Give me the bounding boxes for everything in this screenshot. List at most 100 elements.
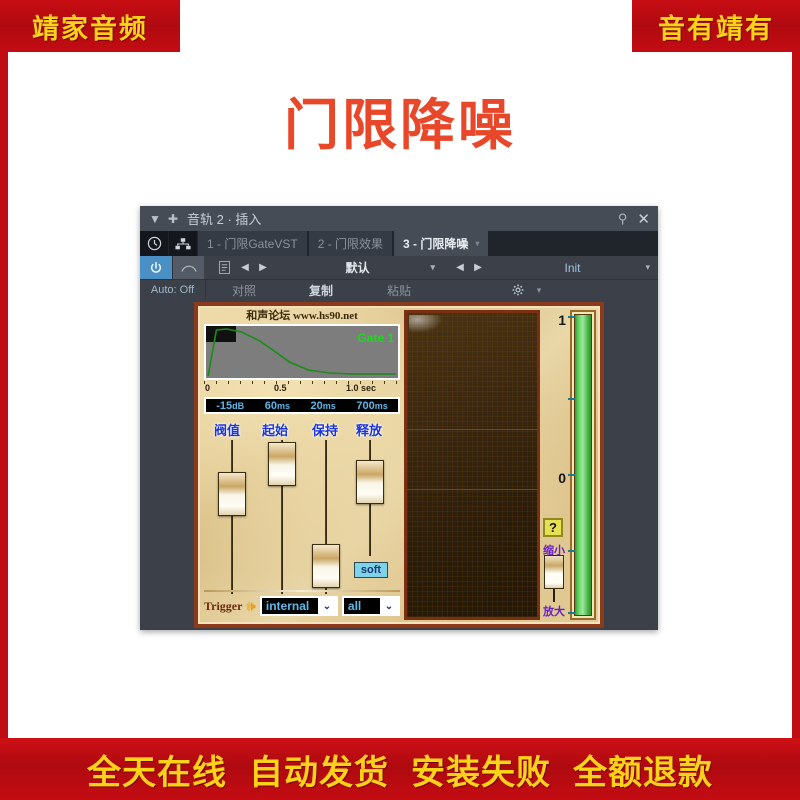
tab-1-label: 1 - 门限GateVST <box>207 237 298 251</box>
triangle-down-icon[interactable]: ▼ <box>146 210 164 228</box>
slider-label-threshold: 阀值 <box>214 424 241 439</box>
page-title: 门限降噪 <box>283 92 516 157</box>
program-selector[interactable]: Init ▾ <box>487 256 658 279</box>
plugin-window: ▼ ✚ 音轨 2 · 插入 ⚲ ✕ 1 - 门限GateVST 2 - 门限效果… <box>140 206 658 630</box>
gate-plugin-panel: 和声论坛 www.hs90.net Gate 1 0 0.5 1.0 sec -… <box>194 302 604 628</box>
top-right-banner: 音有靖有 <box>632 0 800 52</box>
soft-button[interactable]: soft <box>354 562 388 578</box>
zoom-slider-handle[interactable] <box>544 555 564 589</box>
slider-label-row: 阀值 起始 保持 释放 <box>204 420 400 439</box>
power-icon[interactable] <box>140 256 172 279</box>
list-icon[interactable] <box>212 256 236 279</box>
bottom-banner: 全天在线 自动发货 安装失败 全额退款 <box>0 738 800 800</box>
zoom-in-label: 放大 <box>543 605 565 618</box>
trigger-row: Trigger 🕪 internal ⌄ all ⌄ <box>204 596 400 616</box>
scope-scale-column: 1 0 ? 缩小 放大 <box>542 310 568 620</box>
toolbar-sep-1 <box>204 256 212 279</box>
paste-button[interactable]: 粘贴 <box>360 280 438 300</box>
slider-label-release: 释放 <box>356 424 383 439</box>
readout-threshold: -15dB <box>216 399 245 412</box>
envelope-graph[interactable]: Gate 1 <box>204 324 400 380</box>
chevron-down-icon[interactable]: ▾ <box>475 239 479 248</box>
slider-track-threshold[interactable] <box>231 440 233 594</box>
meter-tick-bottom <box>568 612 575 614</box>
clock-icon[interactable] <box>140 231 168 256</box>
parameter-readout: -15dB 60ms 20ms 700ms <box>204 397 400 414</box>
preset-prev-button[interactable]: ◀ <box>236 256 254 279</box>
top-right-banner-text: 音有靖有 <box>658 13 774 45</box>
tab-1[interactable]: 1 - 门限GateVST <box>198 231 307 256</box>
tab-3[interactable]: 3 - 门限降噪 ▾ <box>394 231 489 256</box>
axis-tick-0: 0 <box>205 383 211 393</box>
tab-2-label: 2 - 门限效果 <box>317 237 384 251</box>
scale-label-mid: 0 <box>558 470 566 486</box>
plugin-tab-row: 1 - 门限GateVST 2 - 门限效果 3 - 门限降噪 ▾ <box>140 231 658 256</box>
graph-series-label: Gate 1 <box>357 331 394 345</box>
tab-2[interactable]: 2 - 门限效果 <box>308 231 393 256</box>
slider-threshold[interactable] <box>218 472 246 516</box>
trigger-source-value: internal <box>265 599 310 613</box>
plugin-toolbar-row2: Auto: Off 对照 复制 粘贴 ▾ <box>140 280 658 300</box>
preset-selector[interactable]: 默认 ▾ <box>272 256 443 279</box>
preset-dropdown-icon[interactable]: ▾ <box>430 262 435 273</box>
scope-glow <box>409 315 443 333</box>
routing-icon[interactable] <box>169 231 197 256</box>
top-left-banner-text: 靖家音频 <box>32 13 148 45</box>
graph-axis: 0 0.5 1.0 sec <box>204 381 400 395</box>
pin-icon[interactable]: ⚲ <box>618 211 628 227</box>
right-edge-stripe <box>792 0 800 800</box>
meter-tick-mid <box>568 474 575 476</box>
top-left-banner: 靖家音频 <box>0 0 180 52</box>
copy-button[interactable]: 复制 <box>282 280 360 300</box>
slider-label-hold: 保持 <box>312 424 339 439</box>
speaker-icon[interactable]: 🕪 <box>246 598 255 615</box>
bypass-icon[interactable] <box>172 256 204 279</box>
readout-attack: 60ms <box>264 399 290 412</box>
tab-3-label: 3 - 门限降噪 <box>403 237 469 251</box>
axis-tick-1-0: 1.0 sec <box>346 383 377 393</box>
trigger-source-select[interactable]: internal ⌄ <box>259 596 338 616</box>
trigger-channel-select[interactable]: all ⌄ <box>341 596 400 616</box>
toolbar2-spacer <box>438 280 506 300</box>
program-name: Init <box>564 260 581 275</box>
bottom-banner-text-1: 全天在线 <box>87 752 227 793</box>
bottom-banner-text-2: 自动发货 <box>249 752 389 793</box>
chevron-down-icon[interactable]: ⌄ <box>379 598 398 614</box>
trigger-channel-value: all <box>347 599 362 613</box>
gate-scope-column: 1 0 ? 缩小 放大 <box>404 310 596 620</box>
output-level-meter <box>568 310 596 620</box>
program-next-button[interactable]: ▶ <box>469 256 487 279</box>
bottom-banner-text-4: 全额退款 <box>573 752 713 793</box>
readout-hold: 20ms <box>310 399 336 412</box>
chevron-down-icon[interactable]: ⌄ <box>317 598 336 614</box>
auto-status[interactable]: Auto: Off <box>140 280 206 300</box>
gear-icon[interactable] <box>506 280 530 300</box>
meter-tick-lower <box>568 550 575 552</box>
help-button[interactable]: ? <box>543 518 563 537</box>
left-edge-stripe <box>0 0 8 800</box>
slider-attack[interactable] <box>268 442 296 486</box>
preset-next-button[interactable]: ▶ <box>254 256 272 279</box>
program-dropdown-icon[interactable]: ▾ <box>645 262 650 273</box>
slider-release[interactable] <box>356 460 384 504</box>
preset-name: 默认 <box>345 261 370 275</box>
bottom-banner-text-3: 安装失败 <box>411 752 551 793</box>
panel-divider <box>204 590 400 592</box>
readout-release: 700ms <box>356 399 388 412</box>
program-prev-button[interactable]: ◀ <box>451 256 469 279</box>
gear-dropdown-icon[interactable]: ▾ <box>530 280 548 300</box>
plugin-gui-area: 和声论坛 www.hs90.net Gate 1 0 0.5 1.0 sec -… <box>140 300 658 630</box>
toolbar2-right-pad <box>548 280 658 300</box>
gate-scope-display[interactable] <box>404 310 540 620</box>
slider-bank: soft <box>204 440 400 600</box>
plus-icon[interactable]: ✚ <box>164 210 182 228</box>
toolbar-sep-2 <box>443 256 451 279</box>
slider-label-attack: 起始 <box>262 424 289 439</box>
scope-threshold-line-upper <box>407 428 537 430</box>
close-icon[interactable]: ✕ <box>637 210 650 228</box>
slider-hold[interactable] <box>312 544 340 588</box>
compare-button[interactable]: 对照 <box>206 280 282 300</box>
scale-label-top: 1 <box>558 312 566 328</box>
plugin-window-title: 音轨 2 · 插入 <box>187 212 262 227</box>
axis-tick-0-5: 0.5 <box>274 383 287 393</box>
